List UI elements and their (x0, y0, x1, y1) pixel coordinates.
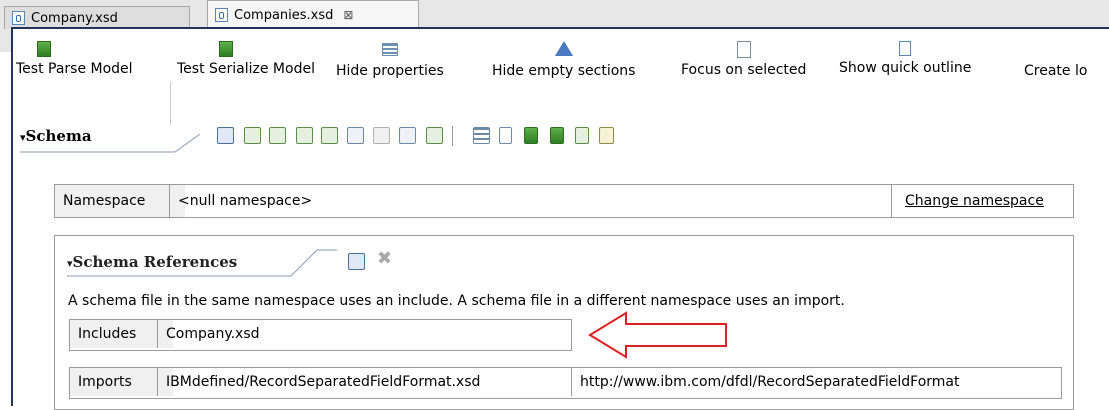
toolbar-label: Test Serialize Model (177, 61, 315, 77)
includes-value[interactable]: Company.xsd (158, 320, 268, 348)
focus-on-selected-button[interactable]: Focus on selected (681, 41, 806, 78)
toolbar-label: Show quick outline (839, 60, 972, 76)
create-log-icon (1047, 41, 1065, 59)
xsd-file-icon (215, 8, 228, 22)
includes-row: Includes Company.xsd (69, 319, 572, 351)
toolbar-label: Create lo (1024, 63, 1088, 79)
add-reference-icon[interactable] (217, 127, 234, 144)
add-reference-icon[interactable] (348, 253, 365, 270)
add-variable-icon[interactable] (426, 127, 443, 144)
test-parse-model-button[interactable]: Test Parse Model (16, 41, 133, 77)
toolbar-separator (170, 81, 171, 125)
namespace-row: Namespace <null namespace> Change namesp… (54, 184, 1074, 218)
add-format-icon[interactable] (399, 127, 416, 144)
tab-label: Company.xsd (31, 10, 118, 26)
imports-namespace[interactable]: http://www.ibm.com/dfdl/RecordSeparatedF… (572, 368, 968, 396)
hide-empty-sections-icon (554, 41, 573, 56)
toolbar-label: Hide empty sections (492, 63, 636, 79)
toolbar-label: Test Parse Model (16, 61, 133, 77)
toolbar-label: Focus on selected (681, 62, 807, 78)
test-parse-icon[interactable] (524, 127, 538, 144)
close-tab-icon[interactable]: ⊠ (343, 8, 353, 22)
imports-row: Imports IBMdefined/RecordSeparatedFieldF… (69, 367, 1062, 399)
change-namespace-link[interactable]: Change namespace (897, 185, 1052, 217)
show-quick-outline-button[interactable]: Show quick outline (839, 41, 971, 76)
toolbar-separator (452, 126, 453, 146)
schema-references-description: A schema file in the same namespace uses… (68, 293, 845, 309)
test-serialize-icon[interactable] (550, 127, 564, 144)
xsd-file-icon (12, 11, 25, 25)
new-document-icon[interactable] (599, 127, 614, 144)
hide-empty-sections-button[interactable]: Hide empty sections (492, 41, 635, 79)
copy-icon[interactable] (575, 127, 589, 144)
add-complex-type-icon[interactable] (321, 127, 338, 144)
tab-label: Companies.xsd (234, 7, 334, 23)
hide-properties-icon (381, 43, 398, 56)
create-log-button[interactable]: Create lo (1024, 41, 1087, 79)
add-element-icon[interactable] (244, 127, 261, 144)
tab-companies-xsd[interactable]: Companies.xsd ⊠ (207, 0, 419, 29)
schema-actions-toolbar (217, 124, 857, 146)
show-quick-outline-icon (899, 41, 912, 56)
test-serialize-model-button[interactable]: Test Serialize Model (177, 41, 315, 77)
add-disabled-icon (373, 127, 390, 144)
toolbar-label: Hide properties (336, 63, 444, 79)
editor-toolbar: Test Parse Model Test Serialize Model Hi… (13, 29, 1109, 125)
hide-properties-button[interactable]: Hide properties (336, 41, 444, 79)
add-attribute-icon[interactable] (269, 127, 286, 144)
focus-on-selected-icon (736, 41, 751, 58)
namespace-value: <null namespace> (178, 193, 313, 209)
tab-company-xsd[interactable]: Company.xsd (4, 6, 190, 29)
schema-references-underline (67, 249, 337, 277)
test-serialize-icon (218, 41, 233, 57)
divider (891, 185, 892, 217)
imports-location[interactable]: IBMdefined/RecordSeparatedFieldFormat.xs… (158, 368, 488, 396)
namespace-label: Namespace (55, 185, 185, 217)
tree-icon[interactable] (499, 127, 512, 144)
delete-icon: ✖ (377, 248, 393, 269)
annotation-arrow (588, 311, 727, 359)
outline-icon[interactable] (473, 127, 490, 144)
add-group-icon[interactable] (296, 127, 313, 144)
test-parse-icon (37, 41, 52, 57)
schema-header-underline (20, 134, 201, 153)
schema-references-section: ▾Schema References ✖ A schema file in th… (54, 235, 1074, 410)
add-simple-type-icon[interactable] (347, 127, 364, 144)
